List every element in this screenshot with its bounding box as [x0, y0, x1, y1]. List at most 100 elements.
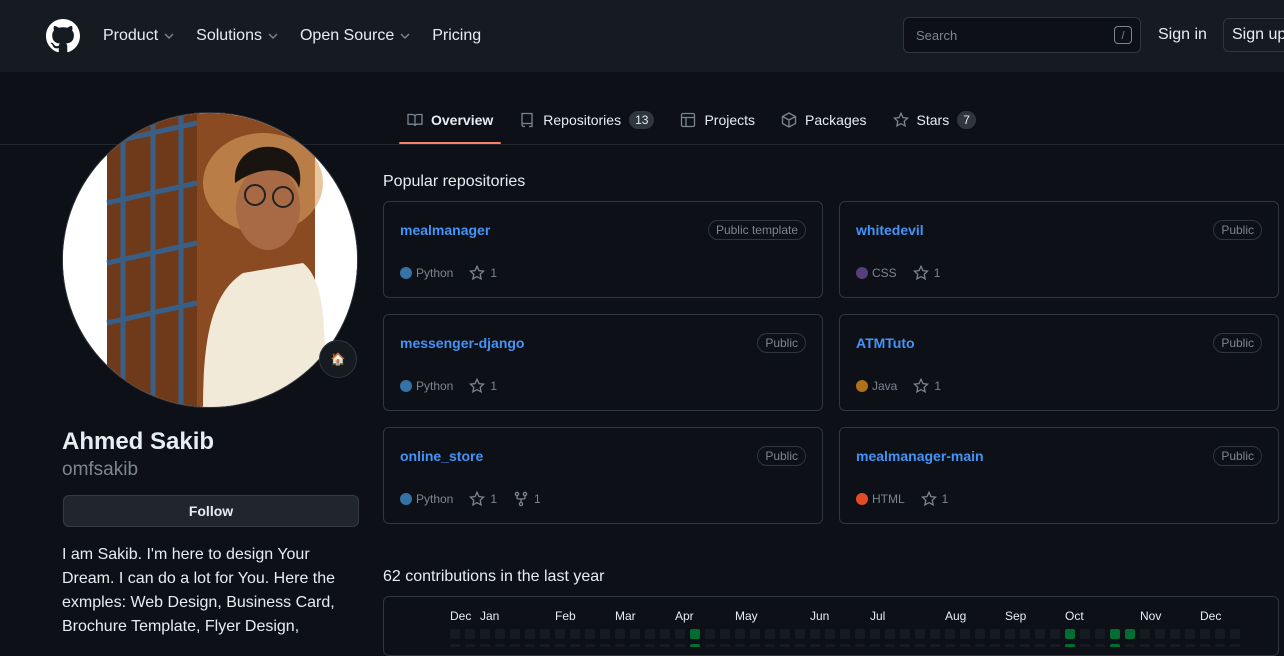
repo-meta: Python 1 [400, 265, 513, 281]
contribution-day-cell[interactable] [480, 629, 490, 639]
contribution-day-cell[interactable] [1035, 629, 1045, 639]
contribution-day-cell[interactable] [630, 629, 640, 639]
language-name: Python [416, 492, 454, 506]
contribution-day-cell[interactable] [570, 629, 580, 639]
contribution-day-cell[interactable] [1185, 629, 1195, 639]
contribution-day-cell[interactable] [990, 629, 1000, 639]
contribution-day-cell[interactable] [1110, 629, 1120, 639]
contribution-day-cell[interactable] [1065, 629, 1075, 639]
contribution-day-cell[interactable] [510, 629, 520, 639]
contribution-day-cell[interactable] [1050, 629, 1060, 639]
star-icon [912, 265, 929, 281]
nav-pricing-label: Pricing [432, 27, 482, 44]
nav-product[interactable]: Product [103, 27, 174, 45]
contribution-day-cell[interactable] [735, 629, 745, 639]
contribution-day-cell[interactable] [675, 629, 685, 639]
repo-stars[interactable]: 1 [912, 265, 940, 281]
repo-link[interactable]: online_store [400, 448, 483, 464]
contribution-day-cell[interactable] [720, 629, 730, 639]
contribution-day-cell[interactable] [1020, 629, 1030, 639]
bio-line: exmples: Web Design, Business Card, [62, 594, 335, 611]
contribution-day-cell[interactable] [1170, 629, 1180, 639]
search-placeholder: Search [916, 28, 958, 43]
contribution-cells [450, 629, 1240, 647]
contribution-day-cell[interactable] [690, 629, 700, 639]
contribution-day-cell[interactable] [1140, 629, 1150, 639]
github-logo-icon[interactable] [46, 19, 80, 53]
star-count: 1 [934, 379, 942, 393]
contribution-day-cell[interactable] [615, 629, 625, 639]
nav-open-source[interactable]: Open Source [300, 27, 410, 45]
contribution-day-cell[interactable] [810, 629, 820, 639]
repo-stars[interactable]: 1 [913, 378, 941, 394]
contribution-day-cell[interactable] [750, 629, 760, 639]
tab-packages[interactable]: Packages [773, 96, 874, 144]
tab-projects[interactable]: Projects [672, 96, 763, 144]
repo-link[interactable]: ATMTuto [856, 335, 915, 351]
sign-up-button[interactable]: Sign up [1223, 18, 1284, 52]
contribution-day-cell[interactable] [825, 629, 835, 639]
repo-stars[interactable]: 1 [469, 265, 497, 281]
visibility-badge: Public template [707, 220, 806, 240]
bio-line: Brochure Template, Flyer Design, [62, 618, 300, 635]
contribution-day-cell[interactable] [525, 629, 535, 639]
repo-meta: Python 1 1 [400, 491, 557, 507]
repo-link[interactable]: mealmanager [400, 222, 490, 238]
contribution-day-cell[interactable] [555, 629, 565, 639]
tab-stars[interactable]: Stars 7 [885, 96, 984, 144]
tab-overview[interactable]: Overview [399, 96, 502, 144]
contribution-day-cell[interactable] [1230, 629, 1240, 639]
contribution-day-cell[interactable] [1080, 629, 1090, 639]
contribution-day-cell[interactable] [855, 629, 865, 639]
month-label: Jul [870, 609, 886, 623]
contribution-day-cell[interactable] [795, 629, 805, 639]
contribution-day-cell[interactable] [450, 629, 460, 639]
search-input[interactable]: Search / [903, 17, 1141, 53]
contribution-day-cell[interactable] [765, 629, 775, 639]
repo-stars[interactable]: 1 [920, 491, 948, 507]
repo-stars[interactable]: 1 [469, 491, 497, 507]
contribution-day-cell[interactable] [465, 629, 475, 639]
contribution-day-cell[interactable] [1215, 629, 1225, 639]
contribution-day-cell[interactable] [975, 629, 985, 639]
contribution-day-cell[interactable] [960, 629, 970, 639]
contribution-day-cell[interactable] [495, 629, 505, 639]
contribution-day-cell[interactable] [645, 629, 655, 639]
contribution-day-cell[interactable] [540, 629, 550, 639]
contribution-day-cell[interactable] [600, 629, 610, 639]
contribution-day-cell[interactable] [1005, 629, 1015, 639]
repo-forks[interactable]: 1 [513, 491, 541, 507]
contribution-day-cell[interactable] [585, 629, 595, 639]
repo-meta: CSS 1 [856, 265, 956, 281]
repo-meta: Java 1 [856, 378, 957, 394]
contribution-day-cell[interactable] [900, 629, 910, 639]
contribution-day-cell[interactable] [660, 629, 670, 639]
contribution-day-cell[interactable] [945, 629, 955, 639]
follow-button[interactable]: Follow [63, 495, 359, 527]
status-emoji-button[interactable]: 🏠 [319, 340, 357, 378]
tab-repositories[interactable]: Repositories 13 [511, 96, 662, 144]
contribution-day-cell[interactable] [930, 629, 940, 639]
contribution-day-cell[interactable] [1155, 629, 1165, 639]
tab-packages-label: Packages [805, 112, 867, 128]
language-color-dot [400, 267, 412, 279]
contribution-day-cell[interactable] [870, 629, 880, 639]
contribution-day-cell[interactable] [915, 629, 925, 639]
repo-link[interactable]: whitedevil [856, 222, 924, 238]
contribution-day-cell[interactable] [840, 629, 850, 639]
contribution-day-cell[interactable] [705, 629, 715, 639]
contribution-day-cell[interactable] [885, 629, 895, 639]
avatar[interactable] [62, 112, 358, 408]
repo-link[interactable]: messenger-django [400, 335, 524, 351]
contribution-day-cell[interactable] [1095, 629, 1105, 639]
nav-pricing[interactable]: Pricing [432, 27, 481, 45]
contribution-day-cell[interactable] [780, 629, 790, 639]
nav-solutions[interactable]: Solutions [196, 27, 278, 45]
contribution-day-cell[interactable] [1125, 629, 1135, 639]
contribution-day-cell[interactable] [1200, 629, 1210, 639]
nav-solutions-label: Solutions [196, 27, 262, 44]
repo-link[interactable]: mealmanager-main [856, 448, 984, 464]
repo-stars[interactable]: 1 [469, 378, 497, 394]
profile-name: Ahmed Sakib [62, 428, 215, 455]
sign-in-link[interactable]: Sign in [1158, 26, 1207, 44]
